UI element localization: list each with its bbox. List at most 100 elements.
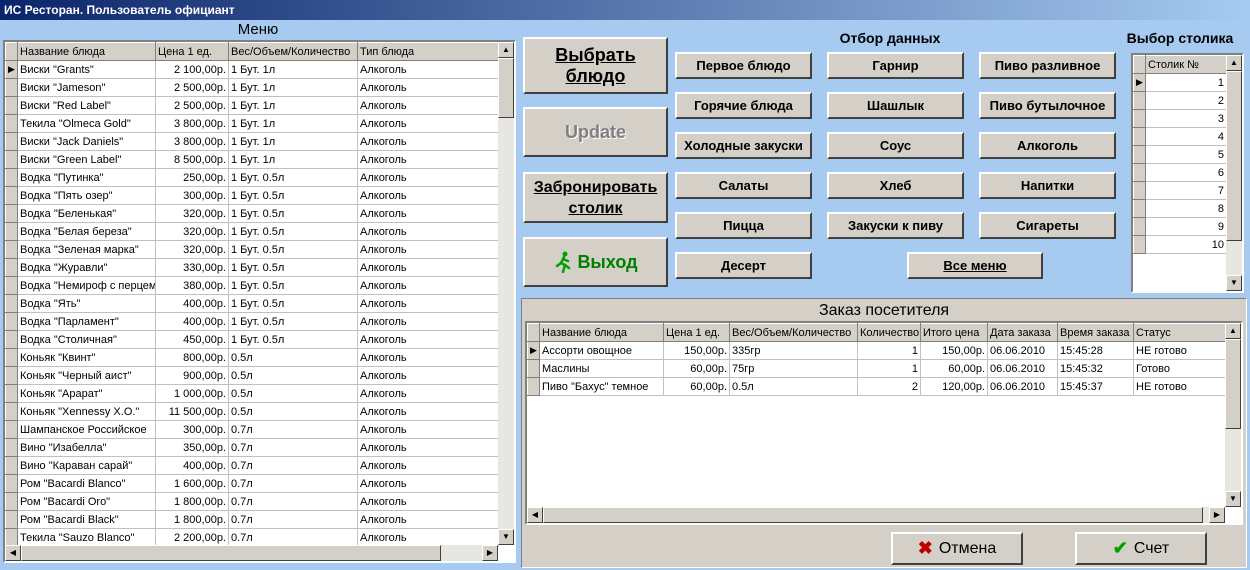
row-indicator[interactable] xyxy=(5,186,18,205)
table-vscroll-thumb[interactable] xyxy=(1226,71,1242,241)
table-number-row[interactable]: 2 xyxy=(1133,91,1227,110)
row-indicator[interactable] xyxy=(5,474,18,493)
row-indicator[interactable] xyxy=(1133,217,1146,236)
scroll-right-arrow-icon[interactable]: ▶ xyxy=(482,545,498,561)
table-number-row[interactable]: 3 xyxy=(1133,109,1227,128)
menu-row[interactable]: Водка "Ять" 400,00р. 1 Бут. 0.5л Алкоголь xyxy=(5,294,499,313)
filter-button[interactable]: Десерт xyxy=(675,252,812,279)
table-select-grid[interactable]: Столик № ▶ 1 2 3 4 5 6 7 8 9 10 ▲ ▼ xyxy=(1131,53,1244,293)
menu-horizontal-scrollbar[interactable]: ◀ ▶ xyxy=(5,545,498,561)
filter-button[interactable]: Гарнир xyxy=(827,52,964,79)
order-column-header[interactable]: Дата заказа xyxy=(987,323,1058,342)
filter-button[interactable]: Первое блюдо xyxy=(675,52,812,79)
table-number-row[interactable]: 8 xyxy=(1133,199,1227,218)
row-indicator[interactable] xyxy=(5,420,18,439)
row-indicator[interactable] xyxy=(5,276,18,295)
menu-row[interactable]: Виски "Green Label" 8 500,00р. 1 Бут. 1л Ал… xyxy=(5,150,499,169)
menu-row[interactable]: Коньяк "Xennessy X.O." 11 500,00р. 0.5л Алк… xyxy=(5,402,499,421)
filter-button[interactable]: Алкоголь xyxy=(979,132,1116,159)
scroll-right-arrow-icon[interactable]: ▶ xyxy=(1209,507,1225,523)
table-number-row[interactable]: 7 xyxy=(1133,181,1227,200)
menu-row[interactable]: Виски "Jameson" 2 500,00р. 1 Бут. 1л Алкого… xyxy=(5,78,499,97)
order-hscroll-thumb[interactable] xyxy=(543,507,1203,523)
order-column-header[interactable]: Итого цена xyxy=(920,323,988,342)
row-indicator[interactable] xyxy=(527,359,540,378)
order-column-header[interactable]: Количество xyxy=(857,323,921,342)
menu-row[interactable]: Виски "Jack Daniels" 3 800,00р. 1 Бут. 1л А… xyxy=(5,132,499,151)
menu-row[interactable]: Водка "Столичная" 450,00р. 1 Бут. 0.5л Алко… xyxy=(5,330,499,349)
cancel-button[interactable]: ✖ Отмена xyxy=(891,532,1023,565)
row-indicator[interactable] xyxy=(5,78,18,97)
row-indicator[interactable] xyxy=(5,222,18,241)
menu-row[interactable]: Водка "Журавли" 330,00р. 1 Бут. 0.5л Алкого… xyxy=(5,258,499,277)
menu-row[interactable]: Водка "Белая береза" 320,00р. 1 Бут. 0.5л А… xyxy=(5,222,499,241)
filter-button[interactable]: Хлеб xyxy=(827,172,964,199)
menu-column-header[interactable]: Тип блюда xyxy=(357,42,499,61)
row-indicator[interactable] xyxy=(5,168,18,187)
order-column-header[interactable]: Название блюда xyxy=(539,323,664,342)
filter-button[interactable]: Горячие блюда xyxy=(675,92,812,119)
filter-button[interactable]: Напитки xyxy=(979,172,1116,199)
row-indicator[interactable] xyxy=(1133,145,1146,164)
scroll-up-arrow-icon[interactable]: ▲ xyxy=(1225,323,1241,339)
menu-row[interactable]: Коньяк "Арарат" 1 000,00р. 0.5л Алкоголь xyxy=(5,384,499,403)
filter-button[interactable]: Соус xyxy=(827,132,964,159)
menu-grid[interactable]: Название блюда Цена 1 ед. Вес/Объем/Количе… xyxy=(3,40,516,563)
row-indicator[interactable] xyxy=(1133,199,1146,218)
choose-dish-button[interactable]: Выбрать блюдо xyxy=(523,37,668,94)
order-vertical-scrollbar[interactable]: ▲ ▼ xyxy=(1225,323,1241,507)
order-row[interactable]: ▶ Ассорти овощное 150,00р. 335гр 1 150,00р. 06… xyxy=(527,341,1226,360)
menu-row[interactable]: Коньяк "Черный аист" 900,00р. 0.5л Алкоголь xyxy=(5,366,499,385)
table-number-row[interactable]: 6 xyxy=(1133,163,1227,182)
row-indicator[interactable] xyxy=(5,312,18,331)
row-indicator[interactable] xyxy=(5,402,18,421)
order-column-header[interactable]: Время заказа xyxy=(1057,323,1134,342)
row-indicator[interactable] xyxy=(5,456,18,475)
table-number-row[interactable]: 10 xyxy=(1133,235,1227,254)
row-indicator[interactable] xyxy=(5,150,18,169)
menu-row[interactable]: Водка "Парламент" 400,00р. 1 Бут. 0.5л Алко… xyxy=(5,312,499,331)
menu-row[interactable]: Водка "Пять озер" 300,00р. 1 Бут. 0.5л Алко… xyxy=(5,186,499,205)
scroll-up-arrow-icon[interactable]: ▲ xyxy=(1226,55,1242,71)
order-horizontal-scrollbar[interactable]: ◀ ▶ xyxy=(527,507,1225,523)
order-column-header[interactable]: Статус xyxy=(1133,323,1226,342)
row-indicator[interactable] xyxy=(1133,91,1146,110)
row-indicator[interactable] xyxy=(527,377,540,396)
row-indicator[interactable] xyxy=(1133,109,1146,128)
filter-button[interactable]: Холодные закуски xyxy=(675,132,812,159)
row-indicator[interactable] xyxy=(1133,127,1146,146)
menu-row[interactable]: Водка "Беленькая" 320,00р. 1 Бут. 0.5л Алко… xyxy=(5,204,499,223)
order-row[interactable]: Маслины 60,00р. 75гр 1 60,00р. 06.06.2010 15:4… xyxy=(527,359,1226,378)
filter-button[interactable]: Шашлык xyxy=(827,92,964,119)
row-indicator[interactable] xyxy=(5,366,18,385)
order-grid[interactable]: Название блюда Цена 1 ед. Вес/Объем/Количе… xyxy=(525,321,1243,525)
row-indicator[interactable] xyxy=(5,528,18,547)
filter-button[interactable]: Пицца xyxy=(675,212,812,239)
scroll-down-arrow-icon[interactable]: ▼ xyxy=(1226,275,1242,291)
exit-button[interactable]: Выход xyxy=(523,237,668,287)
scroll-down-arrow-icon[interactable]: ▼ xyxy=(1225,491,1241,507)
table-number-row[interactable]: 5 xyxy=(1133,145,1227,164)
menu-row[interactable]: Вино "Изабелла" 350,00р. 0.7л Алкоголь xyxy=(5,438,499,457)
row-indicator[interactable] xyxy=(5,96,18,115)
row-indicator[interactable] xyxy=(5,492,18,511)
current-row-arrow-icon[interactable]: ▶ xyxy=(527,341,540,360)
order-column-header[interactable]: Цена 1 ед. xyxy=(663,323,730,342)
menu-row[interactable]: Виски "Red Label" 2 500,00р. 1 Бут. 1л Алко… xyxy=(5,96,499,115)
order-column-header[interactable]: Вес/Объем/Количество xyxy=(729,323,858,342)
scroll-left-arrow-icon[interactable]: ◀ xyxy=(527,507,543,523)
menu-row[interactable]: Коньяк "Квинт" 800,00р. 0.5л Алкоголь xyxy=(5,348,499,367)
menu-row[interactable]: Водка "Путинка" 250,00р. 1 Бут. 0.5л Алкого… xyxy=(5,168,499,187)
row-indicator[interactable] xyxy=(5,132,18,151)
menu-row[interactable]: Водка "Немироф с перцем" 380,00р. 1 Бут. 0… xyxy=(5,276,499,295)
table-vertical-scrollbar[interactable]: ▲ ▼ xyxy=(1226,55,1242,291)
menu-row[interactable]: Вино "Караван сарай" 400,00р. 0.7л Алкоголь xyxy=(5,456,499,475)
current-row-arrow-icon[interactable]: ▶ xyxy=(5,60,18,79)
filter-button[interactable]: Салаты xyxy=(675,172,812,199)
table-number-row[interactable]: 9 xyxy=(1133,217,1227,236)
row-indicator[interactable] xyxy=(5,204,18,223)
menu-row[interactable]: Ром "Bacardi Oro" 1 800,00р. 0.7л Алкоголь xyxy=(5,492,499,511)
row-indicator[interactable] xyxy=(1133,163,1146,182)
menu-column-header[interactable]: Вес/Объем/Количество xyxy=(228,42,358,61)
row-indicator[interactable] xyxy=(5,294,18,313)
